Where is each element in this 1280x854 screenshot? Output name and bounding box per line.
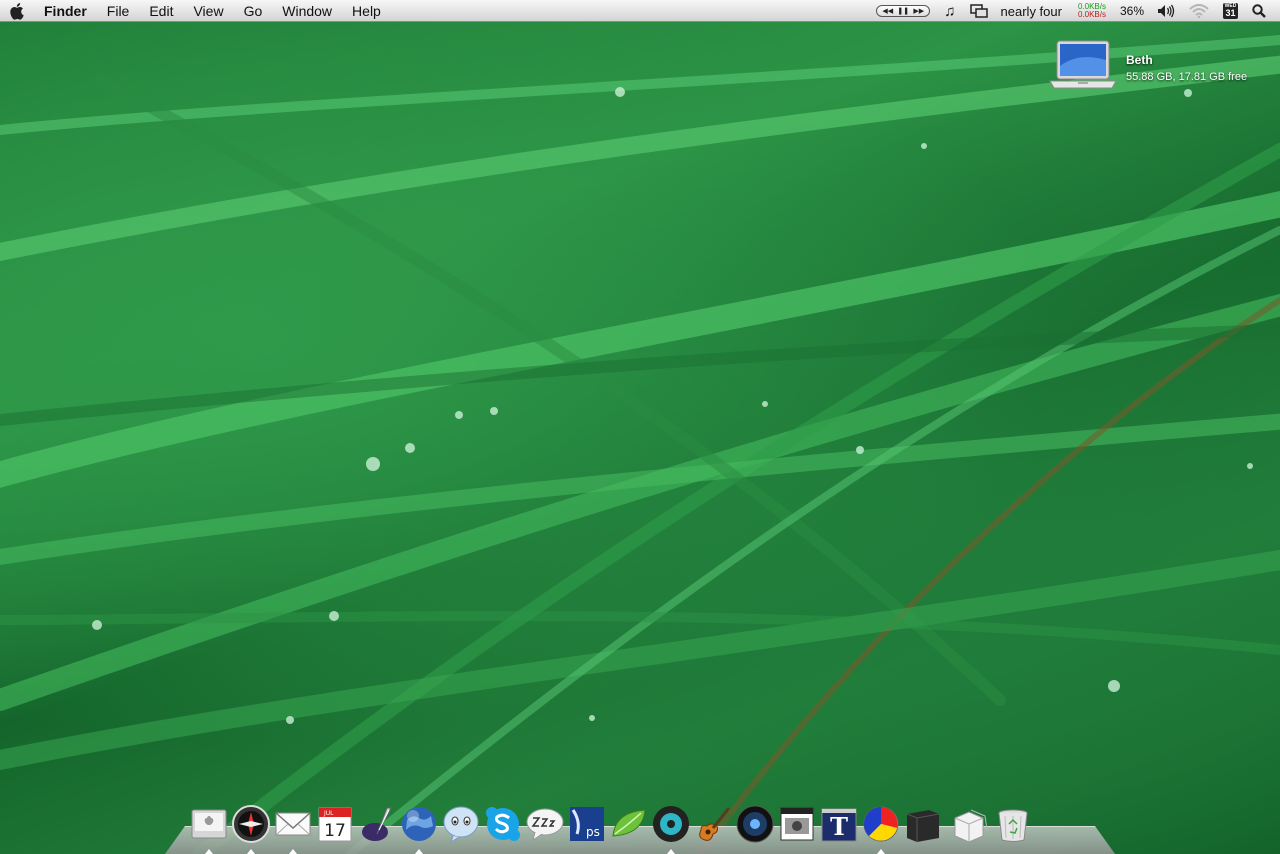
sleep-chat-icon xyxy=(526,808,564,842)
running-indicator xyxy=(247,849,255,854)
trash-icon xyxy=(998,809,1028,842)
dock-leaf-app[interactable] xyxy=(608,804,650,850)
grass-blades xyxy=(0,35,1280,854)
dock-safari[interactable] xyxy=(230,804,272,854)
network-speed-monitor[interactable]: 0.0KB/s 0.0KB/s xyxy=(1078,3,1106,19)
menu-file[interactable]: File xyxy=(97,0,140,22)
volume-icon[interactable] xyxy=(1157,0,1175,22)
svg-text:ps: ps xyxy=(586,825,600,839)
running-indicator xyxy=(877,849,885,854)
desktop-wallpaper[interactable] xyxy=(0,0,1280,854)
dock-black-box[interactable] xyxy=(902,804,944,850)
dock-speaker-app[interactable] xyxy=(734,804,776,850)
garageband-icon xyxy=(699,807,731,841)
drive-label: Beth 55.88 GB, 17.81 GB free xyxy=(1126,52,1247,86)
next-track-icon[interactable]: ▶▶ xyxy=(913,7,924,15)
dock-skype[interactable] xyxy=(482,804,524,850)
dock-finder[interactable] xyxy=(188,804,230,854)
pause-icon[interactable]: ❚❚ xyxy=(897,7,909,15)
black-box-icon xyxy=(906,810,940,842)
spaces-icon[interactable] xyxy=(969,0,988,22)
dock-quill-app[interactable] xyxy=(356,804,398,850)
itunes-controls-tray: ◀◀ ❚❚ ▶▶ xyxy=(876,0,931,22)
battery-percent[interactable]: 36% xyxy=(1120,4,1144,18)
ical-icon: JUL 17 xyxy=(318,807,352,842)
dock-itunes[interactable] xyxy=(650,804,692,854)
dock-photoshop[interactable]: ps xyxy=(566,804,608,850)
dock: JUL 17 ps T xyxy=(188,804,1034,854)
running-indicator xyxy=(289,849,297,854)
packages-icon xyxy=(954,809,988,843)
adium-icon xyxy=(443,806,479,844)
quill-app-icon xyxy=(362,807,392,841)
calendar-icon[interactable]: WED 31 xyxy=(1223,0,1238,22)
music-note-icon[interactable]: ♫ xyxy=(944,0,955,22)
dock-network-globe[interactable] xyxy=(398,804,440,854)
dock-packages[interactable] xyxy=(950,804,992,850)
desktop-drive[interactable]: Beth 55.88 GB, 17.81 GB free xyxy=(1048,38,1247,94)
mail-icon xyxy=(275,812,311,836)
dock-garageband[interactable] xyxy=(692,804,734,850)
skype-icon xyxy=(486,807,520,841)
menu-help[interactable]: Help xyxy=(342,0,391,22)
drive-name: Beth xyxy=(1126,53,1153,67)
network-globe-icon xyxy=(402,807,436,841)
itunes-icon xyxy=(653,806,689,842)
calendar-date: 31 xyxy=(1225,8,1236,18)
menu-bar: Finder File Edit View Go Window Help ◀◀ … xyxy=(0,0,1280,22)
text-edit-icon: T xyxy=(821,808,857,842)
dock-adium[interactable] xyxy=(440,804,482,850)
leaf-icon xyxy=(612,809,646,837)
now-playing-title[interactable]: nearly four xyxy=(1001,4,1062,19)
speaker-icon xyxy=(736,805,774,843)
dock-color-picker[interactable] xyxy=(860,804,902,854)
safari-icon xyxy=(232,805,270,843)
svg-text:T: T xyxy=(830,812,848,841)
itunes-controls[interactable]: ◀◀ ❚❚ ▶▶ xyxy=(876,5,931,17)
dock-sleep-chat[interactable] xyxy=(524,804,566,850)
menu-go[interactable]: Go xyxy=(234,0,273,22)
dock-photo-booth[interactable] xyxy=(776,804,818,850)
spotlight-icon[interactable] xyxy=(1252,0,1266,22)
previous-track-icon[interactable]: ◀◀ xyxy=(882,7,893,15)
laptop-drive-icon[interactable] xyxy=(1048,38,1118,94)
menu-app-finder[interactable]: Finder xyxy=(36,0,97,22)
drive-info: 55.88 GB, 17.81 GB free xyxy=(1126,71,1248,83)
photo-booth-icon xyxy=(780,807,814,841)
wifi-icon[interactable] xyxy=(1189,0,1209,22)
net-upload-speed: 0.0KB/s xyxy=(1077,10,1106,19)
menu-view[interactable]: View xyxy=(183,0,233,22)
photoshop-icon: ps xyxy=(570,807,604,841)
apple-logo-icon[interactable] xyxy=(0,0,36,22)
menu-window[interactable]: Window xyxy=(272,0,342,22)
ical-month: JUL xyxy=(323,810,334,817)
dock-text-edit[interactable]: T xyxy=(818,804,860,850)
dock-ical[interactable]: JUL 17 xyxy=(314,804,356,850)
finder-icon xyxy=(191,809,227,839)
running-indicator xyxy=(415,849,423,854)
dock-mail[interactable] xyxy=(272,804,314,854)
ical-date: 17 xyxy=(324,821,346,841)
running-indicator xyxy=(205,849,213,854)
running-indicator xyxy=(667,849,675,854)
dock-trash[interactable] xyxy=(992,804,1034,850)
color-picker-icon xyxy=(863,806,899,842)
menu-edit[interactable]: Edit xyxy=(139,0,183,22)
